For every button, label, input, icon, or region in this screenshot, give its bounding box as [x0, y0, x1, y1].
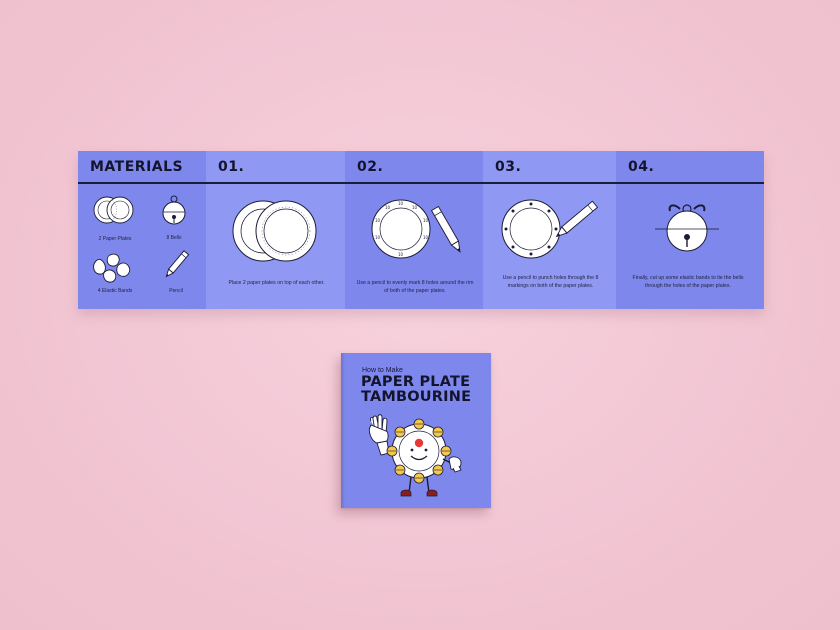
step-number-3: 03. — [495, 159, 522, 175]
heading-rule — [483, 182, 616, 184]
bell-icon — [162, 195, 186, 225]
heading-rule — [616, 182, 764, 184]
heading-rule — [78, 182, 206, 184]
step-number-2: 02. — [357, 159, 384, 175]
paper-plates-icon — [93, 196, 134, 224]
step-number-4: 04. — [628, 159, 655, 175]
step-text-1: Place 2 paper plates on top of each othe… — [228, 280, 325, 286]
stacked-plates-icon — [232, 200, 317, 262]
step-panel-1: 01. Place 2 paper plates on top of each … — [206, 151, 345, 309]
heading-rule — [206, 182, 345, 184]
product-mockup-scene: MATERIALS 2 Paper Plates 8 Bells 4 Elast… — [0, 0, 840, 630]
step-text-3: Use a pencil to punch holes through the … — [502, 275, 599, 289]
tambourine-mascot-icon — [368, 414, 462, 497]
svg-text:10: 10 — [423, 218, 429, 223]
svg-text:10: 10 — [375, 218, 381, 223]
svg-text:10: 10 — [398, 252, 404, 257]
materials-panel: MATERIALS 2 Paper Plates 8 Bells 4 Elast… — [78, 151, 206, 309]
booklet-title-line-2: TAMBOURINE — [361, 389, 472, 405]
step-panel-2: 02. 10 10 10 10 10 10 10 10 Use a pencil… — [345, 151, 483, 309]
booklet-title-line-1: PAPER PLATE — [361, 374, 471, 390]
svg-text:10: 10 — [398, 201, 404, 206]
tie-bell-icon — [655, 204, 719, 252]
materials-heading: MATERIALS — [90, 159, 184, 175]
material-label-elastic-bands: 4 Elastic Bands — [97, 288, 133, 294]
material-label-plates: 2 Paper Plates — [98, 236, 132, 242]
material-label-pencil: Pencil — [169, 288, 183, 294]
marked-plate-icon: 10 10 10 10 10 10 10 10 — [371, 199, 461, 259]
booklet-title: PAPER PLATE TAMBOURINE — [361, 375, 471, 405]
step-panel-3: 03. Use a pencil to punch holes through … — [483, 151, 616, 309]
svg-text:10: 10 — [412, 205, 418, 210]
elastic-bands-icon — [93, 253, 131, 283]
material-label-bells: 8 Bells — [166, 235, 182, 241]
booklet-subtitle: How to Make — [362, 367, 403, 374]
glove-icon — [448, 456, 462, 473]
waving-glove-icon — [368, 414, 390, 456]
punch-holes-icon — [501, 199, 599, 259]
step-number-1: 01. — [218, 159, 245, 175]
step-text-4: Finally, cut up some elastic bands to ti… — [632, 275, 744, 289]
svg-text:10: 10 — [385, 205, 391, 210]
booklet-cover: How to Make PAPER PLATE TAMBOURINE — [341, 353, 491, 508]
booklet-spine-shadow — [341, 353, 345, 508]
svg-text:10: 10 — [375, 235, 381, 240]
instruction-brochure: MATERIALS 2 Paper Plates 8 Bells 4 Elast… — [78, 151, 764, 309]
step-text-2: Use a pencil to evenly mark 8 holes arou… — [356, 280, 474, 294]
svg-text:10: 10 — [423, 235, 429, 240]
step-panel-4: 04. Finally, cut up some elastic bands t… — [616, 151, 764, 309]
pencil-icon — [165, 250, 190, 278]
heading-rule — [345, 182, 483, 184]
